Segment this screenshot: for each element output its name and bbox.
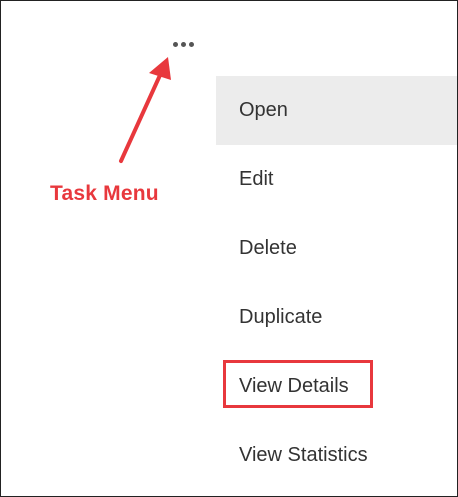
- menu-item-view-details[interactable]: View Details: [216, 352, 457, 421]
- menu-item-duplicate[interactable]: Duplicate: [216, 283, 457, 352]
- more-horizontal-icon-dot: [181, 42, 186, 47]
- menu-item-label: Duplicate: [239, 306, 323, 328]
- task-menu-button[interactable]: [169, 37, 201, 55]
- menu-item-label: View Details: [239, 375, 349, 397]
- menu-item-label: Delete: [239, 237, 297, 259]
- menu-item-view-statistics[interactable]: View Statistics: [216, 421, 457, 490]
- screenshot-frame: Task Menu Open Edit Delete Duplicate Vie…: [0, 0, 458, 497]
- annotation-label: Task Menu: [50, 182, 159, 205]
- menu-item-delete[interactable]: Delete: [216, 214, 457, 283]
- menu-item-label: View Statistics: [239, 444, 368, 466]
- more-horizontal-icon-dot: [173, 42, 178, 47]
- more-horizontal-icon-dot: [189, 42, 194, 47]
- menu-item-label: Edit: [239, 168, 274, 190]
- menu-item-edit[interactable]: Edit: [216, 145, 457, 214]
- menu-item-open[interactable]: Open: [216, 76, 457, 145]
- menu-item-label: Open: [239, 99, 288, 121]
- task-context-menu: Open Edit Delete Duplicate View Details …: [216, 76, 457, 490]
